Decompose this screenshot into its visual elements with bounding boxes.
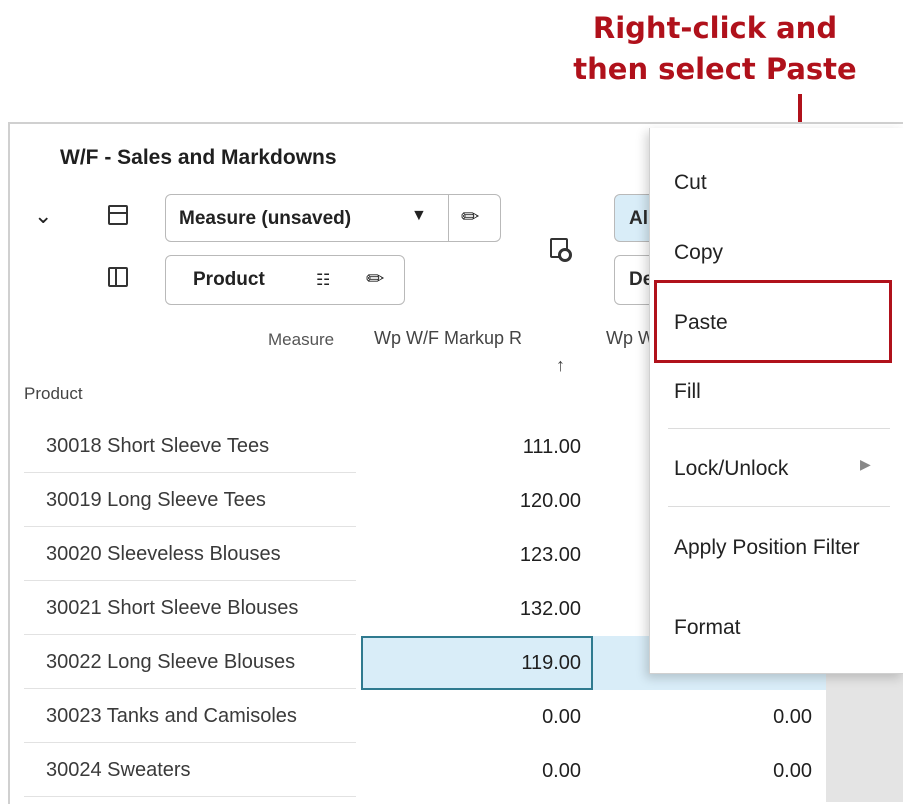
cell-value-1[interactable]: 132.00 xyxy=(361,582,593,636)
cell-value-1-selected[interactable]: 119.00 xyxy=(361,636,593,690)
sort-ascending-icon[interactable]: ↑ xyxy=(556,355,565,376)
menu-divider xyxy=(668,506,890,507)
filter-selector-top-label: Al xyxy=(629,208,648,229)
sheet-settings-icon[interactable] xyxy=(548,238,574,264)
product-selector[interactable]: Product ☷ ✏ xyxy=(165,255,405,305)
divider xyxy=(448,195,449,241)
hierarchy-icon[interactable]: ☷ xyxy=(316,270,330,290)
row-product[interactable]: 30018 Short Sleeve Tees xyxy=(24,420,356,473)
paste-highlight-box xyxy=(654,280,892,363)
submenu-arrow-icon: ▶ xyxy=(860,456,871,472)
row-product[interactable]: 30021 Short Sleeve Blouses xyxy=(24,582,356,635)
menu-item-cut[interactable]: Cut xyxy=(674,171,707,195)
callout-line2: then select Paste xyxy=(573,52,857,86)
table-row[interactable]: 30023 Tanks and Camisoles 0.00 0.00 xyxy=(24,690,824,744)
view-title: W/F - Sales and Markdowns xyxy=(60,146,337,169)
cell-value-1[interactable]: 0.00 xyxy=(361,744,593,798)
gear-shape xyxy=(558,248,572,262)
cell-value-2[interactable]: 0.00 xyxy=(593,690,826,744)
row-product[interactable]: 30023 Tanks and Camisoles xyxy=(24,690,356,743)
cell-value-1[interactable]: 111.00 xyxy=(361,420,593,474)
measure-axis-label: Measure xyxy=(268,330,335,349)
cell-value-1[interactable]: 0.00 xyxy=(361,690,593,744)
row-product[interactable]: 30024 Sweaters xyxy=(24,744,356,797)
cell-value-2[interactable]: 0.00 xyxy=(593,744,826,798)
row-product[interactable]: 30022 Long Sleeve Blouses xyxy=(24,636,356,689)
row-product[interactable]: 30019 Long Sleeve Tees xyxy=(24,474,356,527)
table-layout-icon[interactable] xyxy=(108,205,128,225)
context-menu: Cut Copy Paste Fill Lock/Unlock ▶ Apply … xyxy=(649,128,903,674)
menu-divider xyxy=(668,428,890,429)
product-axis-label: Product xyxy=(24,384,83,403)
pencil-icon[interactable]: ✏ xyxy=(366,266,384,292)
cell-value-1[interactable]: 123.00 xyxy=(361,528,593,582)
menu-item-apply-position-filter[interactable]: Apply Position Filter xyxy=(674,536,860,560)
column-header-2[interactable]: Wp W xyxy=(606,328,655,349)
table-row[interactable]: 30024 Sweaters 0.00 0.00 xyxy=(24,744,824,798)
menu-item-format[interactable]: Format xyxy=(674,616,741,640)
caret-down-icon[interactable]: ▼ xyxy=(411,207,427,225)
panel-layout-icon[interactable] xyxy=(108,267,128,287)
measure-selector-label: Measure (unsaved) xyxy=(179,208,352,229)
column-header-1[interactable]: Wp W/F Markup R xyxy=(374,328,522,349)
measure-selector[interactable]: Measure (unsaved) ▼ ✏ xyxy=(165,194,501,242)
cell-value-1[interactable]: 120.00 xyxy=(361,474,593,528)
chevron-down-icon[interactable]: ⌄ xyxy=(34,203,52,229)
menu-item-fill[interactable]: Fill xyxy=(674,380,701,404)
row-product[interactable]: 30020 Sleeveless Blouses xyxy=(24,528,356,581)
product-selector-label: Product xyxy=(193,269,265,290)
pencil-icon[interactable]: ✏ xyxy=(461,204,479,230)
callout-line1: Right-click and xyxy=(592,11,838,45)
menu-item-copy[interactable]: Copy xyxy=(674,241,723,265)
menu-item-lock-unlock[interactable]: Lock/Unlock xyxy=(674,457,788,481)
callout-text: Right-click and then select Paste xyxy=(560,8,870,90)
